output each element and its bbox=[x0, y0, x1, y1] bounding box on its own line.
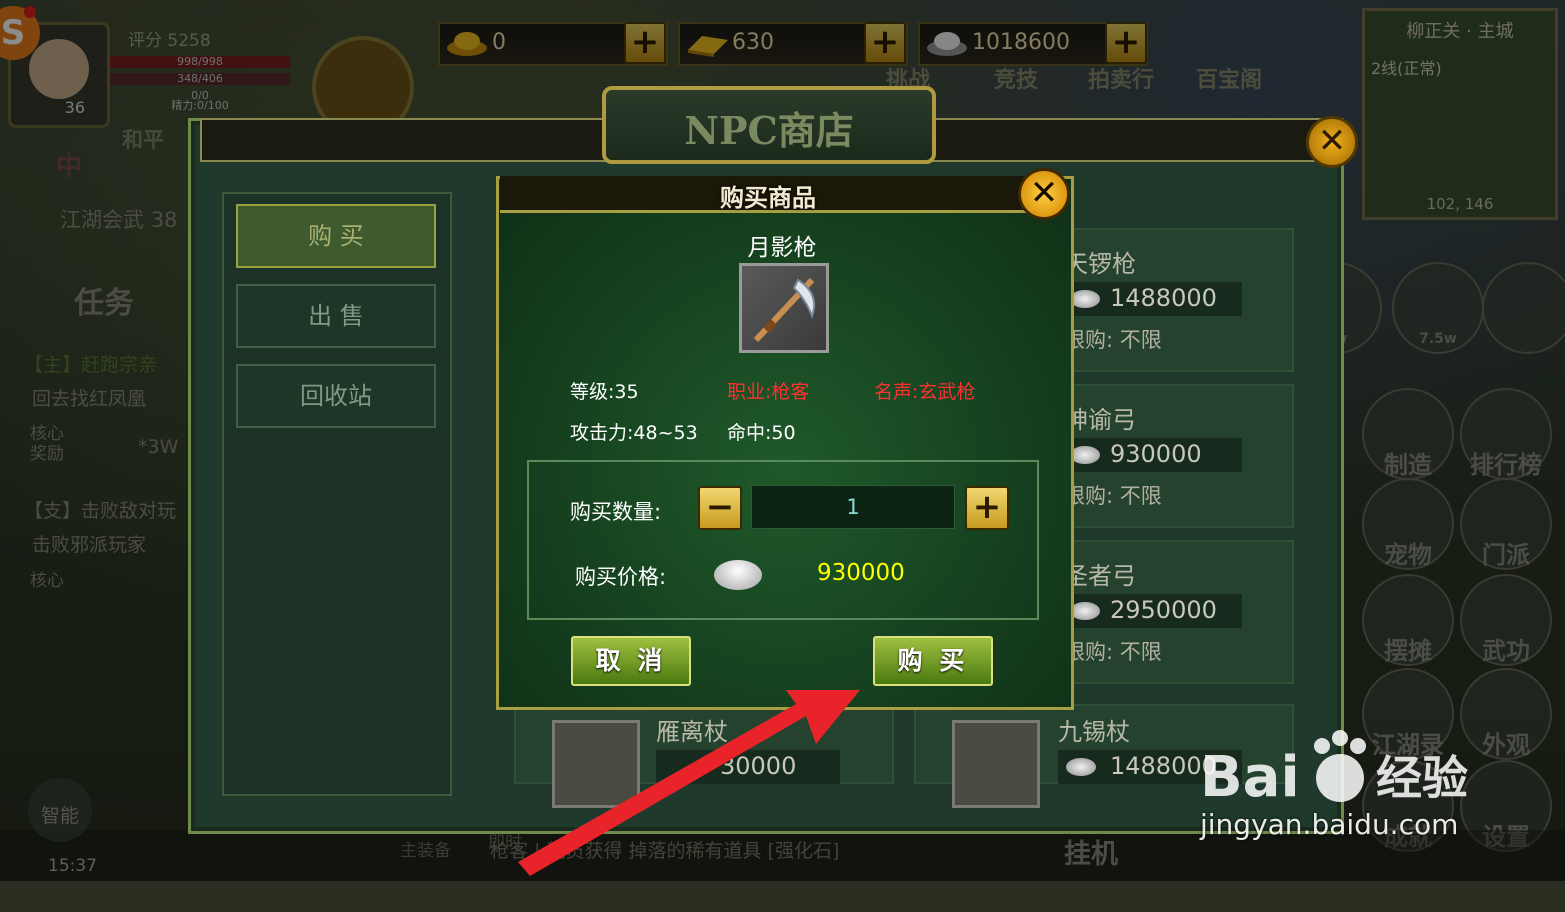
buy-button[interactable]: 购 买 bbox=[873, 636, 993, 686]
staff-icon bbox=[552, 720, 640, 808]
shop-item-name: 圣者弓 bbox=[1064, 562, 1136, 590]
item-profession: 职业:枪客 bbox=[727, 381, 810, 403]
quantity-box bbox=[527, 460, 1039, 620]
shop-item-price: 1488000 bbox=[1110, 284, 1217, 312]
silver-ingot-icon bbox=[714, 560, 762, 590]
shop-item-price: 2950000 bbox=[1110, 596, 1217, 624]
staff-icon bbox=[952, 720, 1040, 808]
shop-item-name: 九锡杖 bbox=[1058, 718, 1130, 746]
shop-item-price: 930000 bbox=[1110, 440, 1202, 468]
shop-title: NPC商店 bbox=[684, 108, 854, 153]
item-hit: 命中:50 bbox=[727, 422, 796, 444]
shop-item-name: 天锣枪 bbox=[1064, 250, 1136, 278]
price-label: 购买价格: bbox=[575, 565, 667, 589]
quantity-input[interactable] bbox=[751, 485, 955, 529]
dialog-title: 购买商品 bbox=[720, 184, 816, 212]
spear-icon bbox=[739, 263, 829, 353]
silver-coin-icon bbox=[1070, 446, 1100, 464]
svg-text:Bai: Bai bbox=[1200, 745, 1300, 810]
total-price: 930000 bbox=[817, 560, 905, 586]
silver-coin-icon bbox=[1070, 290, 1100, 308]
shop-item-limit: 限购: 不限 bbox=[1064, 328, 1162, 352]
increase-quantity-button[interactable]: + bbox=[965, 486, 1009, 530]
silver-coin-icon bbox=[1070, 602, 1100, 620]
dialog-close-button[interactable]: ✕ bbox=[1018, 168, 1070, 220]
spear-graphic bbox=[753, 277, 816, 343]
item-attack: 攻击力:48~53 bbox=[570, 422, 698, 444]
shop-item-name: 神谕弓 bbox=[1064, 406, 1136, 434]
shop-title-plate: NPC商店 bbox=[602, 86, 936, 164]
shop-item-name: 雁离杖 bbox=[656, 718, 728, 746]
quantity-label: 购买数量: bbox=[570, 500, 662, 524]
shop-sidebar bbox=[222, 192, 452, 796]
item-name: 月影枪 bbox=[747, 235, 817, 261]
cancel-button[interactable]: 取 消 bbox=[571, 636, 691, 686]
shop-item-limit: 限购: 不限 bbox=[1064, 484, 1162, 508]
silver-coin-icon bbox=[1066, 758, 1096, 776]
watermark-url: jingyan.baidu.com bbox=[1200, 808, 1459, 841]
shop-close-button[interactable]: ✕ bbox=[1306, 116, 1358, 168]
shop-item-price: 30000 bbox=[720, 752, 797, 780]
svg-text:经验: 经验 bbox=[1376, 751, 1468, 805]
tab-recycle[interactable]: 回收站 bbox=[236, 364, 436, 428]
item-level: 等级:35 bbox=[570, 381, 639, 403]
decrease-quantity-button[interactable]: − bbox=[698, 486, 742, 530]
tab-buy[interactable]: 购 买 bbox=[236, 204, 436, 268]
shop-item-limit: 限购: 不限 bbox=[1064, 640, 1162, 664]
tab-sell[interactable]: 出 售 bbox=[236, 284, 436, 348]
item-fame: 名声:玄武枪 bbox=[874, 381, 976, 403]
